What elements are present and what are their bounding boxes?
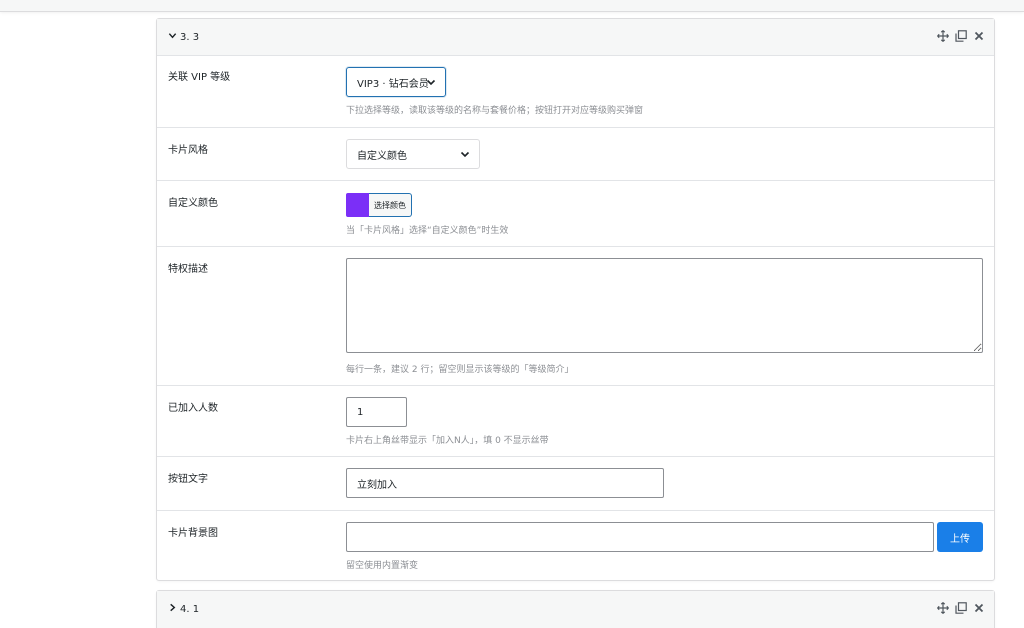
select-value: VIP3 · 钻石会员 (357, 78, 429, 90)
chevron-down-icon (460, 149, 470, 159)
repeater-panel-3-3: 3. 3 关联 VIP 等级 VIP3 · 钻石会员 下拉选择等级，读取该等级的… (156, 18, 995, 581)
field-label: 按钮文字 (168, 474, 208, 485)
vip-level-select[interactable]: VIP3 · 钻石会员 (346, 67, 446, 97)
move-icon[interactable] (936, 29, 949, 42)
button-text-input[interactable] (346, 468, 664, 498)
joined-count-input[interactable] (346, 397, 407, 427)
field-help: 下拉选择等级，读取该等级的名称与套餐价格；按钮打开对应等级购买弹窗 (346, 106, 644, 116)
field-label: 自定义颜色 (168, 198, 218, 209)
field-label: 卡片风格 (168, 145, 208, 156)
repeater-panel-4-1: 4. 1 (156, 590, 995, 628)
panel-header[interactable]: 4. 1 (157, 591, 994, 628)
field-row-custom-color: 自定义颜色 选择颜色 当「卡片风格」选择“自定义颜色”时生效 (157, 181, 994, 247)
panel-title-wrap[interactable]: 4. 1 (168, 603, 199, 615)
field-row-joined-count: 已加入人数 卡片右上角丝带显示「加入N人」，填 0 不显示丝带 (157, 386, 994, 457)
field-help: 当「卡片风格」选择“自定义颜色”时生效 (346, 226, 509, 236)
select-color-button[interactable]: 选择颜色 (369, 193, 412, 217)
field-row-card-style: 卡片风格 自定义颜色 (157, 128, 994, 181)
field-label: 特权描述 (168, 264, 208, 275)
field-label: 已加入人数 (168, 403, 218, 414)
panel-title-wrap[interactable]: 3. 3 (168, 31, 199, 43)
move-icon[interactable] (936, 601, 949, 614)
upload-button[interactable]: 上传 (937, 522, 983, 552)
close-icon[interactable] (972, 29, 985, 42)
card-bg-url-input[interactable] (346, 522, 934, 552)
field-label: 关联 VIP 等级 (168, 72, 231, 83)
chevron-down-icon (426, 77, 436, 87)
panel-actions (936, 601, 985, 614)
duplicate-icon[interactable] (954, 601, 967, 614)
field-row-vip-level: 关联 VIP 等级 VIP3 · 钻石会员 下拉选择等级，读取该等级的名称与套餐… (157, 56, 994, 128)
field-row-privilege-desc: 特权描述 每行一条，建议 2 行；留空则显示该等级的「等级简介」 (157, 247, 994, 386)
chevron-right-icon[interactable] (168, 603, 177, 615)
duplicate-icon[interactable] (954, 29, 967, 42)
close-icon[interactable] (972, 601, 985, 614)
top-toolbar (0, 0, 1024, 12)
chevron-down-icon[interactable] (168, 31, 177, 43)
panel-title: 4. 1 (180, 603, 200, 615)
field-help: 每行一条，建议 2 行；留空则显示该等级的「等级简介」 (346, 365, 574, 375)
panel-header[interactable]: 3. 3 (157, 19, 994, 56)
field-help: 留空使用内置渐变 (346, 561, 419, 571)
field-row-button-text: 按钮文字 (157, 457, 994, 511)
field-label: 卡片背景图 (168, 528, 218, 539)
select-value: 自定义颜色 (357, 150, 407, 162)
card-style-select[interactable]: 自定义颜色 (346, 139, 480, 169)
panel-actions (936, 29, 985, 42)
panel-title: 3. 3 (180, 31, 200, 43)
field-help: 卡片右上角丝带显示「加入N人」，填 0 不显示丝带 (346, 436, 549, 446)
privilege-desc-textarea[interactable] (346, 258, 983, 353)
color-swatch[interactable] (346, 193, 370, 217)
field-row-card-bg: 卡片背景图 上传 留空使用内置渐变 (157, 511, 994, 580)
